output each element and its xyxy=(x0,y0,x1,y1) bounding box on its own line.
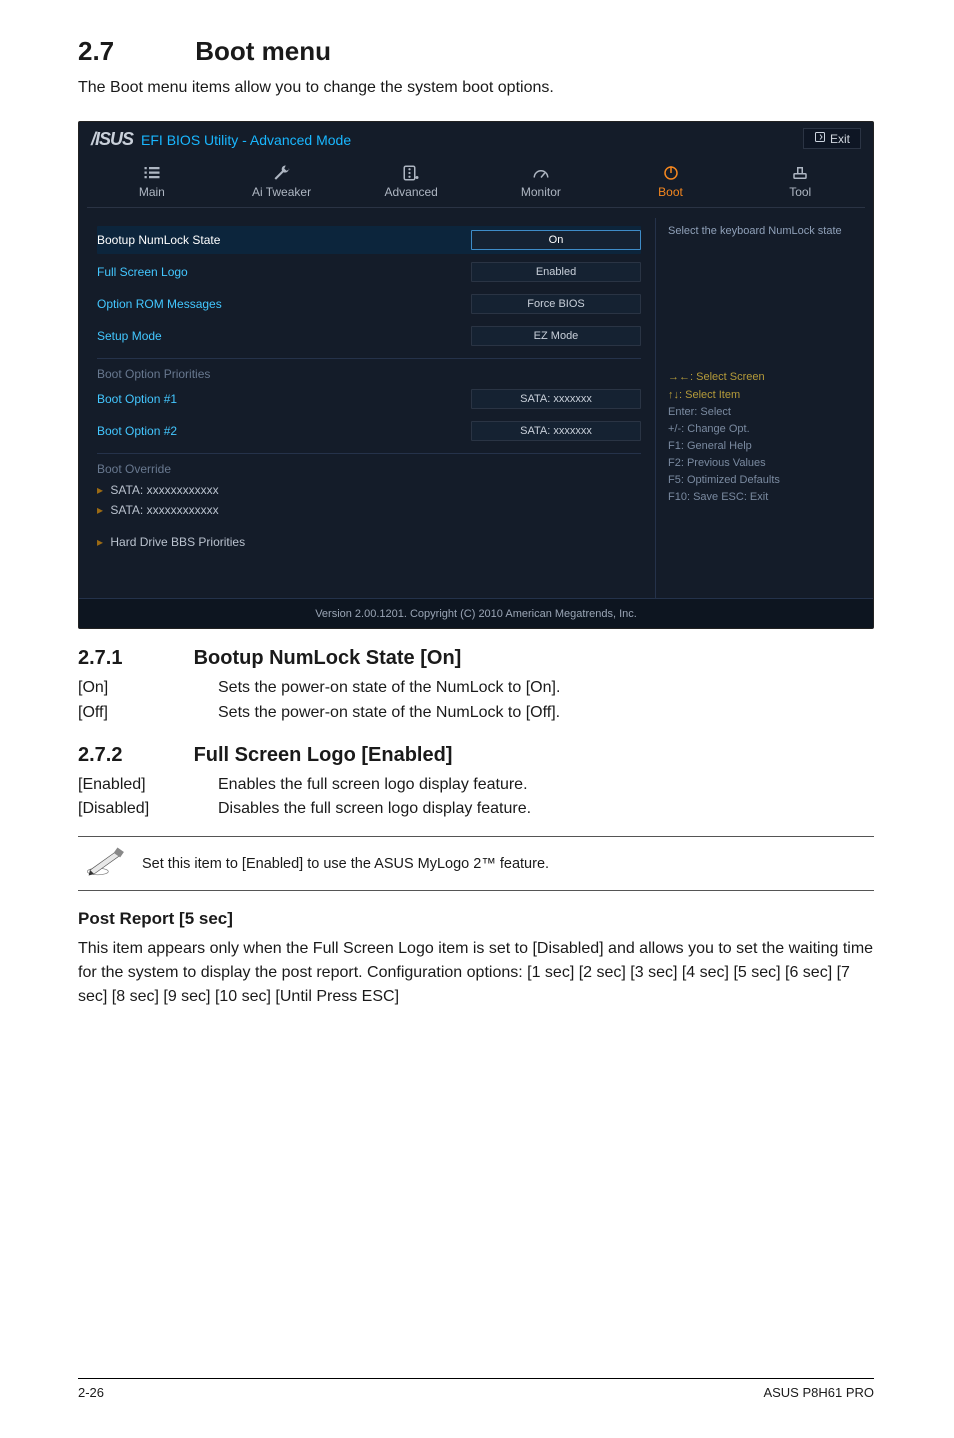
setting-value[interactable]: Enabled xyxy=(471,262,641,282)
note-text: Set this item to [Enabled] to use the AS… xyxy=(142,856,549,872)
chevron-right-icon: ▸ xyxy=(97,483,103,497)
setting-value[interactable]: SATA: xxxxxxx xyxy=(471,421,641,441)
key-legend-line: →←: Select Screen xyxy=(668,369,855,386)
tab-boot[interactable]: Boot xyxy=(606,158,736,207)
boot-override-head: Boot Override xyxy=(97,453,641,476)
override-item[interactable]: ▸ SATA: xxxxxxxxxxxx xyxy=(97,500,641,520)
setting-label: Boot Option #2 xyxy=(97,424,471,438)
override-item-label: SATA: xxxxxxxxxxxx xyxy=(110,503,218,517)
setting-value[interactable]: SATA: xxxxxxx xyxy=(471,389,641,409)
tab-monitor[interactable]: Monitor xyxy=(476,158,606,207)
keypad-icon xyxy=(400,164,422,182)
section-number: 2.7 xyxy=(78,36,188,67)
option-row: [On] Sets the power-on state of the NumL… xyxy=(78,676,874,701)
setting-row[interactable]: Full Screen Logo Enabled xyxy=(97,258,641,286)
section-title: Boot menu xyxy=(195,36,331,66)
override-item-label: SATA: xxxxxxxxxxxx xyxy=(110,483,218,497)
tab-main[interactable]: Main xyxy=(87,158,217,207)
option-key: [Off] xyxy=(78,701,218,726)
tab-ai-tweaker[interactable]: Ai Tweaker xyxy=(217,158,347,207)
tab-advanced-label: Advanced xyxy=(346,185,476,199)
tool-icon xyxy=(789,164,811,182)
key-legend-line: F1: General Help xyxy=(668,438,855,455)
section-intro: The Boot menu items allow you to change … xyxy=(78,77,874,99)
subsection-number: 2.7.2 xyxy=(78,744,188,767)
key-legend-line: +/-: Change Opt. xyxy=(668,421,855,438)
setting-row[interactable]: Option ROM Messages Force BIOS xyxy=(97,290,641,318)
wrench-icon xyxy=(271,164,293,182)
key-legend-line: F2: Previous Values xyxy=(668,455,855,472)
option-row: [Off] Sets the power-on state of the Num… xyxy=(78,701,874,726)
setting-label: Setup Mode xyxy=(97,329,471,343)
bios-screenshot: /ISUS EFI BIOS Utility - Advanced Mode E… xyxy=(78,121,874,629)
tab-ai-tweaker-label: Ai Tweaker xyxy=(217,185,347,199)
post-report-body: This item appears only when the Full Scr… xyxy=(78,937,874,1009)
subsection-heading: 2.7.1 Bootup NumLock State [On] xyxy=(78,647,874,670)
bios-title: EFI BIOS Utility - Advanced Mode xyxy=(141,132,351,148)
setting-row[interactable]: Boot Option #2 SATA: xxxxxxx xyxy=(97,417,641,445)
tab-monitor-label: Monitor xyxy=(476,185,606,199)
key-legend-line: F10: Save ESC: Exit xyxy=(668,489,855,506)
exit-icon xyxy=(814,131,826,146)
subsection-number: 2.7.1 xyxy=(78,647,188,670)
tab-tool[interactable]: Tool xyxy=(735,158,865,207)
setting-label: Full Screen Logo xyxy=(97,265,471,279)
bios-footer: Version 2.00.1201. Copyright (C) 2010 Am… xyxy=(79,598,873,628)
subsection-heading: 2.7.2 Full Screen Logo [Enabled] xyxy=(78,744,874,767)
option-desc: Enables the full screen logo display fea… xyxy=(218,773,528,798)
option-key: [Enabled] xyxy=(78,773,218,798)
option-row: [Enabled] Enables the full screen logo d… xyxy=(78,773,874,798)
subsection-title: Full Screen Logo [Enabled] xyxy=(194,744,453,766)
exit-label: Exit xyxy=(830,132,850,146)
key-legend-line: ↑↓: Select Item xyxy=(668,387,855,404)
setting-label: Boot Option #1 xyxy=(97,392,471,406)
section-heading: 2.7 Boot menu xyxy=(78,36,874,67)
key-legend-line: Enter: Select xyxy=(668,404,855,421)
chevron-right-icon: ▸ xyxy=(97,503,103,517)
tab-advanced[interactable]: Advanced xyxy=(346,158,476,207)
note-callout: Set this item to [Enabled] to use the AS… xyxy=(78,836,874,891)
page-footer: 2-26 ASUS P8H61 PRO xyxy=(78,1378,874,1400)
help-text: Select the keyboard NumLock state xyxy=(668,224,855,239)
gauge-icon xyxy=(530,164,552,182)
page-number: 2-26 xyxy=(78,1385,104,1400)
setting-row[interactable]: Boot Option #1 SATA: xxxxxxx xyxy=(97,385,641,413)
pencil-icon xyxy=(86,843,142,884)
option-desc: Disables the full screen logo display fe… xyxy=(218,797,531,822)
hard-drive-bbs-label: Hard Drive BBS Priorities xyxy=(110,535,245,549)
key-legend: →←: Select Screen ↑↓: Select Item Enter:… xyxy=(668,369,855,505)
hard-drive-bbs[interactable]: ▸ Hard Drive BBS Priorities xyxy=(97,532,641,552)
setting-value[interactable]: Force BIOS xyxy=(471,294,641,314)
bios-settings-pane: Bootup NumLock State On Full Screen Logo… xyxy=(87,218,655,598)
setting-label: Option ROM Messages xyxy=(97,297,471,311)
list-icon xyxy=(141,164,163,182)
key-legend-line: F5: Optimized Defaults xyxy=(668,472,855,489)
tab-main-label: Main xyxy=(87,185,217,199)
bios-help-pane: Select the keyboard NumLock state →←: Se… xyxy=(655,218,865,598)
tab-boot-label: Boot xyxy=(606,185,736,199)
bios-logo: /ISUS xyxy=(91,129,133,150)
tab-tool-label: Tool xyxy=(735,185,865,199)
option-row: [Disabled] Disables the full screen logo… xyxy=(78,797,874,822)
product-name: ASUS P8H61 PRO xyxy=(763,1385,874,1400)
setting-row[interactable]: Bootup NumLock State On xyxy=(97,226,641,254)
subsection-title: Bootup NumLock State [On] xyxy=(194,647,462,669)
setting-label: Bootup NumLock State xyxy=(97,233,471,247)
override-item[interactable]: ▸ SATA: xxxxxxxxxxxx xyxy=(97,480,641,500)
option-key: [On] xyxy=(78,676,218,701)
option-desc: Sets the power-on state of the NumLock t… xyxy=(218,676,560,701)
bios-tab-bar: Main Ai Tweaker Advanced Monitor Boot xyxy=(87,158,865,208)
option-desc: Sets the power-on state of the NumLock t… xyxy=(218,701,560,726)
post-report-heading: Post Report [5 sec] xyxy=(78,909,874,929)
exit-button[interactable]: Exit xyxy=(803,128,861,149)
chevron-right-icon: ▸ xyxy=(97,535,103,549)
setting-value[interactable]: On xyxy=(471,230,641,250)
setting-row[interactable]: Setup Mode EZ Mode xyxy=(97,322,641,350)
option-key: [Disabled] xyxy=(78,797,218,822)
setting-value[interactable]: EZ Mode xyxy=(471,326,641,346)
boot-option-priorities-head: Boot Option Priorities xyxy=(97,358,641,381)
power-icon xyxy=(660,164,682,182)
